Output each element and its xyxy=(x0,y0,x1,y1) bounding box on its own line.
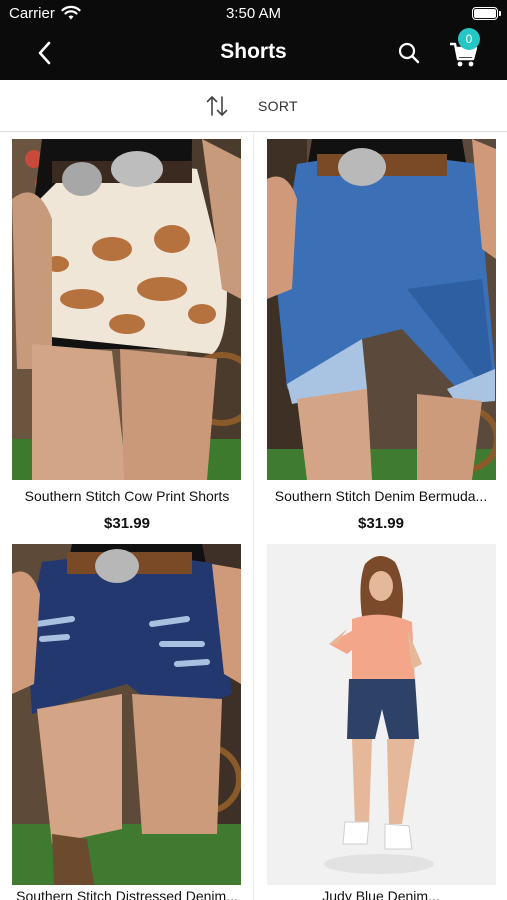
product-image[interactable] xyxy=(12,544,241,885)
app-header: Carrier 3:50 AM Shorts 0 xyxy=(0,0,507,80)
product-name[interactable]: Southern Stitch Distressed Denim... xyxy=(4,888,250,900)
product-card[interactable]: Judy Blue Denim... xyxy=(253,538,507,900)
product-name[interactable]: Judy Blue Denim... xyxy=(258,888,504,900)
product-price: $31.99 xyxy=(104,515,150,532)
distressed-denim-shorts-photo xyxy=(12,544,241,885)
denim-bermuda-shorts-photo xyxy=(267,139,496,480)
sort-bar[interactable]: SORT xyxy=(0,80,507,132)
product-card[interactable]: Southern Stitch Denim Bermuda... $31.99 xyxy=(253,133,507,538)
battery-icon xyxy=(472,7,501,20)
product-grid: Southern Stitch Cow Print Shorts $31.99 xyxy=(0,133,507,900)
clock-time: 3:50 AM xyxy=(225,5,282,22)
page-title: Shorts xyxy=(220,40,287,63)
product-name[interactable]: Southern Stitch Denim Bermuda... xyxy=(258,488,504,504)
search-icon[interactable] xyxy=(396,40,422,66)
sort-label[interactable]: SORT xyxy=(258,98,298,114)
status-bar: Carrier 3:50 AM xyxy=(0,0,507,28)
product-card[interactable]: Southern Stitch Distressed Denim... xyxy=(0,538,254,900)
cart-count-badge[interactable]: 0 xyxy=(458,28,480,50)
nav-bar: Shorts 0 xyxy=(0,28,507,80)
sort-arrows-icon[interactable] xyxy=(204,93,230,119)
cow-print-shorts-photo xyxy=(12,139,241,480)
product-name[interactable]: Southern Stitch Cow Print Shorts xyxy=(4,488,250,504)
product-image[interactable] xyxy=(267,544,496,885)
judy-blue-denim-shorts-photo xyxy=(267,544,496,885)
product-image[interactable] xyxy=(267,139,496,480)
product-image[interactable] xyxy=(12,139,241,480)
product-price: $31.99 xyxy=(358,515,404,532)
product-card[interactable]: Southern Stitch Cow Print Shorts $31.99 xyxy=(0,133,254,538)
